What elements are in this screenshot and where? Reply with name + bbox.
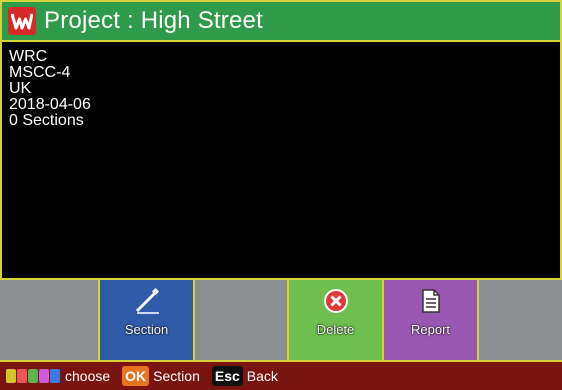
delete-button-label: Delete — [316, 322, 355, 337]
section-button-label: Section — [124, 322, 169, 337]
delete-button[interactable]: Delete — [289, 280, 384, 360]
pencil-icon — [132, 286, 162, 316]
title-bar: Project : High Street — [0, 0, 562, 42]
empty-slot-1 — [0, 280, 100, 360]
empty-slot-3 — [479, 280, 562, 360]
color-key-2 — [17, 369, 27, 383]
ok-action-label: Section — [153, 368, 200, 384]
color-keys-icon — [6, 369, 61, 383]
info-line-standard: WRC — [9, 48, 48, 65]
color-key-3 — [28, 369, 38, 383]
esc-key-badge[interactable]: Esc — [211, 366, 243, 386]
ok-key-badge[interactable]: OK — [122, 366, 150, 386]
info-line-country: UK — [9, 80, 32, 97]
report-button-label: Report — [410, 322, 451, 337]
project-info-panel: WRC MSCC-4 UK 2018-04-06 0 Sections — [0, 42, 562, 280]
info-line-date: 2018-04-06 — [9, 96, 91, 113]
color-key-4 — [39, 369, 49, 383]
status-bar: choose OK Section Esc Back — [0, 360, 562, 390]
function-toolbar: Section Delete Report — [0, 280, 562, 360]
info-line-code: MSCC-4 — [9, 64, 71, 81]
report-button[interactable]: Report — [384, 280, 479, 360]
window-title: Project : High Street — [44, 7, 263, 34]
w-logo-icon — [8, 7, 36, 35]
empty-slot-2 — [195, 280, 289, 360]
close-circle-icon — [321, 286, 351, 316]
color-key-5 — [50, 369, 60, 383]
info-line-sections: 0 Sections — [9, 112, 84, 129]
color-key-1 — [6, 369, 16, 383]
document-icon — [416, 286, 446, 316]
section-button[interactable]: Section — [100, 280, 195, 360]
choose-label: choose — [65, 368, 111, 384]
esc-action-label: Back — [246, 368, 278, 384]
